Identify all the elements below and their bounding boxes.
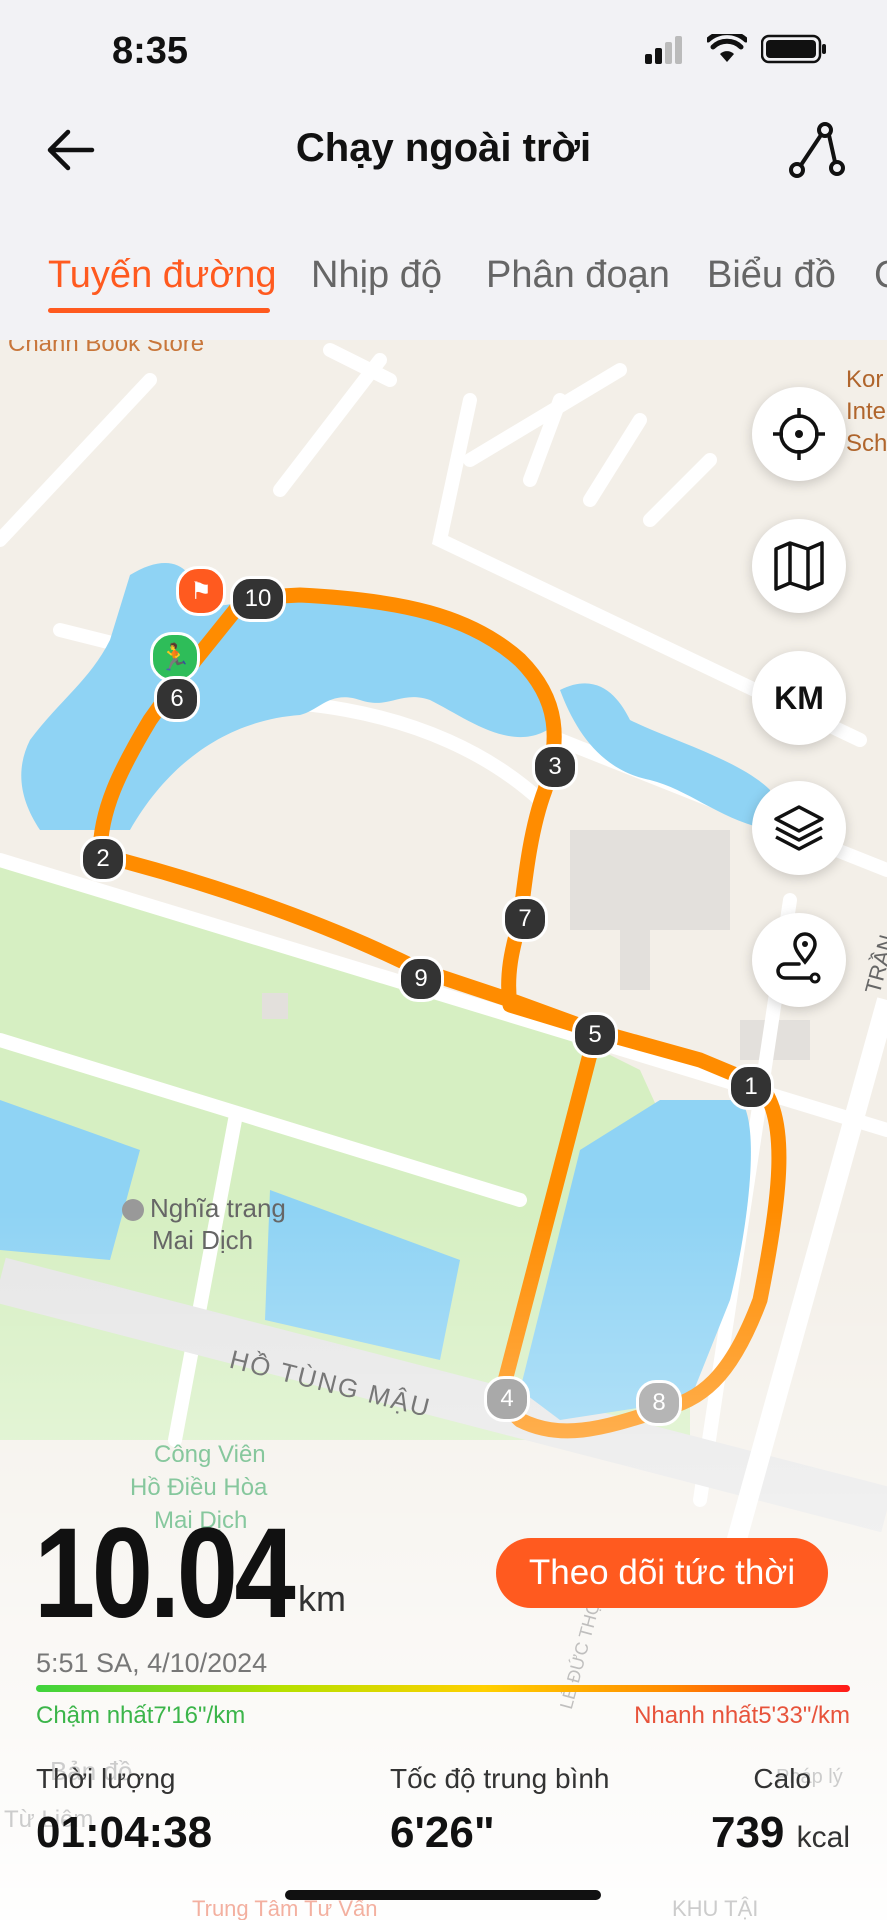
tab-segments[interactable]: Phân đoạn <box>486 254 670 297</box>
fastest-pace: Nhanh nhất5'33"/km <box>634 1702 850 1729</box>
wifi-icon <box>707 34 747 62</box>
avg-pace-label: Tốc độ trung bình <box>390 1763 610 1794</box>
map-icon <box>774 541 824 591</box>
km-marker: 8 <box>636 1380 682 1426</box>
locate-button[interactable] <box>752 387 846 481</box>
map-type-button[interactable] <box>752 519 846 613</box>
runner-start-icon: 🏃 <box>150 632 200 682</box>
distance-value: 10.04 <box>34 1502 296 1645</box>
header: Chạy ngoài trời <box>0 100 887 200</box>
route-share-icon[interactable] <box>787 120 847 180</box>
avg-pace-value: 6'26" <box>390 1808 495 1857</box>
tab-route[interactable]: Tuyến đường <box>48 254 277 297</box>
km-marker: 6 <box>154 676 200 722</box>
activity-datetime: 5:51 SA, 4/10/2024 <box>36 1648 268 1678</box>
map-label-store: Chanh Book Store <box>8 340 205 357</box>
map-label-school: Kor Inte Sch <box>846 366 887 457</box>
status-icons <box>645 34 827 64</box>
units-button[interactable]: KM <box>752 651 846 745</box>
start-flag-icon: ⚑ <box>176 566 226 616</box>
cemetery-label-line1: Nghĩa trang <box>150 1193 286 1223</box>
km-marker: 9 <box>398 956 444 1002</box>
km-marker: 3 <box>532 744 578 790</box>
battery-icon <box>761 34 826 64</box>
tab-underline <box>48 308 270 313</box>
km-marker: 1 <box>728 1064 774 1110</box>
km-marker: 4 <box>484 1376 530 1422</box>
live-tracking-button[interactable]: Theo dõi tức thời <box>496 1538 828 1608</box>
map-label-cemetery: Nghĩa trang Mai Dịch <box>122 1192 286 1256</box>
tab-more[interactable]: C <box>874 254 887 297</box>
km-marker: 10 <box>230 576 286 622</box>
tab-bar: Tuyến đường Nhịp độ Phân đoạn Biểu đồ C <box>0 240 887 320</box>
signal-icon <box>645 36 682 64</box>
status-bar: 8:35 <box>0 0 887 100</box>
calories-label: Calo <box>753 1763 811 1794</box>
units-label: KM <box>774 679 824 716</box>
crosshair-icon <box>773 408 825 460</box>
km-marker: 7 <box>502 896 548 942</box>
park-label-line2: Hồ Điều Hòa <box>130 1474 268 1501</box>
calories-unit: kcal <box>796 1821 850 1854</box>
km-marker: 2 <box>80 836 126 882</box>
cemetery-icon <box>122 1199 144 1222</box>
home-indicator <box>285 1890 601 1900</box>
slowest-pace: Chậm nhất7'16"/km <box>36 1702 246 1729</box>
tab-charts[interactable]: Biểu đồ <box>707 254 836 297</box>
route-pin-icon <box>776 932 821 984</box>
route-pin-button[interactable] <box>752 913 846 1007</box>
map-label-bottom-2: KHU TẬI <box>672 1896 759 1920</box>
layers-icon <box>774 805 824 851</box>
distance-unit: km <box>298 1578 346 1619</box>
calories-value: 739 <box>710 1808 785 1857</box>
duration-label: Thời lượng <box>36 1763 176 1794</box>
page-title: Chạy ngoài trời <box>295 126 592 170</box>
tab-pace[interactable]: Nhịp độ <box>311 254 442 297</box>
status-time: 8:35 <box>112 30 189 72</box>
layers-button[interactable] <box>752 781 846 875</box>
calories-stat: 739 kcal <box>711 1808 850 1858</box>
pace-gradient-bar <box>36 1685 850 1692</box>
km-marker: 5 <box>572 1012 618 1058</box>
cemetery-label-line2: Mai Dịch <box>152 1225 254 1255</box>
park-label-line1: Công Viên <box>154 1441 266 1468</box>
duration-value: 01:04:38 <box>36 1808 213 1857</box>
